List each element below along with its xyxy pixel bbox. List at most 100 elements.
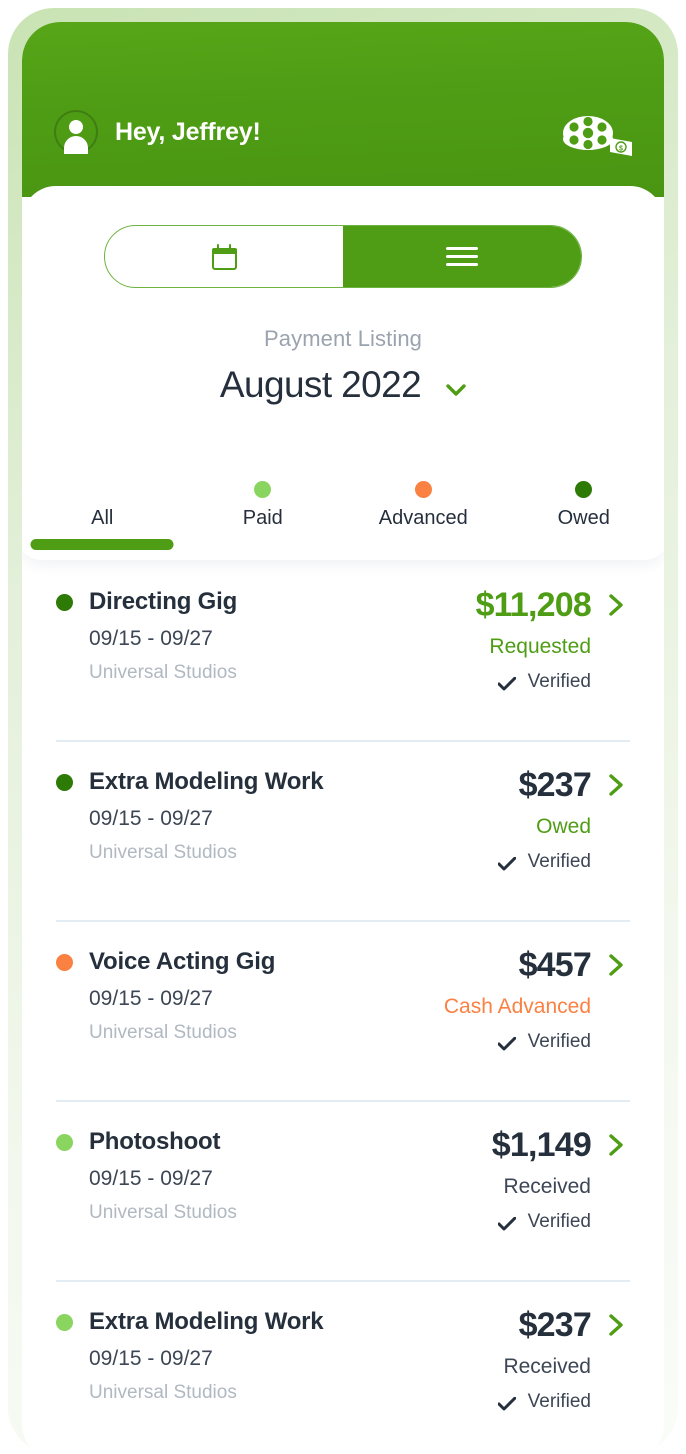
device-frame: Hey, Jeffrey! $ Payment Listing August 2… (8, 8, 678, 1454)
chevron-right-icon[interactable] (608, 953, 624, 977)
greeting-text: Hey, Jeffrey! (115, 117, 261, 146)
hamburger-list-icon (446, 247, 478, 266)
payment-status-dot (56, 593, 73, 611)
payment-amount: $1,149 (491, 1126, 592, 1164)
payment-status-dot (56, 1313, 73, 1331)
view-toggle (104, 225, 582, 288)
payment-status: Received (503, 1175, 591, 1198)
payment-title-line: Extra Modeling Work (56, 1308, 324, 1336)
payment-verified-label: Verified (527, 1031, 591, 1052)
tab-paid[interactable]: Paid (183, 432, 344, 560)
payment-info: Voice Acting Gig 09/15 - 09/27 Universal S… (56, 948, 275, 1100)
payment-verified: Verified (497, 671, 591, 693)
tab-status-dot (94, 481, 111, 498)
payment-list[interactable]: Directing Gig 09/15 - 09/27 Universal Stud… (22, 560, 664, 1454)
tab-owed[interactable]: Owed (504, 432, 665, 560)
payment-status-dot (56, 953, 73, 971)
chevron-right-icon[interactable] (608, 593, 624, 617)
chevron-right-icon[interactable] (608, 1313, 624, 1337)
payment-title-line: Voice Acting Gig (56, 948, 275, 976)
payment-info: Directing Gig 09/15 - 09/27 Universal Stud… (56, 588, 237, 740)
payment-verified-label: Verified (527, 671, 591, 692)
payment-status: Cash Advanced (443, 995, 591, 1018)
payment-status-dot (56, 1133, 73, 1151)
calendar-icon (211, 243, 237, 270)
payment-name: Extra Modeling Work (89, 1308, 324, 1335)
check-icon (497, 1395, 517, 1411)
payment-info: Photoshoot 09/15 - 09/27 Universal Studios (56, 1128, 237, 1280)
list-view-button[interactable] (343, 226, 581, 287)
payment-dates: 09/15 - 09/27 (89, 987, 213, 1010)
filter-tabs-card: All Paid Advanced Owed (22, 432, 664, 560)
check-icon (497, 855, 517, 871)
payment-status: Owed (536, 815, 591, 838)
month-label: August 2022 (219, 364, 422, 405)
page-subtitle: Payment Listing (263, 326, 423, 351)
payment-title-line: Directing Gig (56, 588, 237, 616)
user-avatar-icon[interactable] (54, 110, 98, 154)
tab-label: All (91, 507, 114, 529)
calendar-view-button[interactable] (105, 226, 343, 287)
payment-row[interactable]: Extra Modeling Work 09/15 - 09/27 Universa… (22, 1280, 664, 1454)
chevron-down-icon[interactable] (446, 383, 466, 396)
payment-row[interactable]: Directing Gig 09/15 - 09/27 Universal Stud… (22, 560, 664, 740)
payment-verified-label: Verified (527, 1391, 591, 1412)
payment-amount-line: $237 (519, 1308, 624, 1342)
payment-row[interactable]: Extra Modeling Work 09/15 - 09/27 Universa… (22, 740, 664, 920)
svg-text:$: $ (619, 146, 623, 153)
app-header: Hey, Jeffrey! $ (22, 22, 664, 197)
payment-row[interactable]: Voice Acting Gig 09/15 - 09/27 Universal S… (22, 920, 664, 1100)
payment-verified: Verified (497, 1031, 591, 1053)
tab-status-dot (575, 481, 593, 498)
tab-active-indicator (30, 539, 174, 550)
tab-status-dot (254, 481, 272, 498)
payment-studio: Universal Studios (89, 662, 237, 683)
payment-info: Extra Modeling Work 09/15 - 09/27 Universa… (56, 768, 324, 920)
phone-screen: Hey, Jeffrey! $ Payment Listing August 2… (22, 22, 664, 1454)
payment-amount: $237 (518, 766, 592, 804)
payment-studio: Universal Studios (89, 1022, 237, 1043)
payment-amount-block: $457 Cash Advanced Verified (444, 948, 630, 1100)
greeting-row: Hey, Jeffrey! (54, 110, 261, 154)
payment-studio: Universal Studios (89, 1382, 237, 1403)
tab-label: Advanced (378, 507, 468, 529)
tab-label: Paid (242, 507, 283, 529)
payment-amount: $237 (518, 1306, 592, 1344)
payment-status-dot (56, 773, 73, 791)
month-selector[interactable]: August 2022 (22, 364, 664, 406)
payment-name: Extra Modeling Work (89, 768, 324, 795)
content-sheet: Payment Listing August 2022 All Paid Advan… (22, 186, 664, 1454)
check-icon (497, 1035, 517, 1051)
tab-label: Owed (557, 507, 610, 529)
filter-tabs: All Paid Advanced Owed (22, 432, 664, 560)
payment-amount-block: $237 Owed Verified (497, 766, 630, 920)
payment-status: Received (503, 1355, 591, 1378)
payment-verified: Verified (497, 1211, 591, 1233)
payment-name: Directing Gig (89, 588, 238, 615)
payment-dates: 09/15 - 09/27 (89, 1167, 213, 1190)
payment-studio: Universal Studios (89, 1202, 237, 1223)
payment-amount-block: $1,149 Received Verified (492, 1128, 630, 1280)
payment-status: Requested (489, 635, 591, 658)
payment-name: Voice Acting Gig (89, 948, 276, 975)
tab-all[interactable]: All (22, 432, 183, 560)
chevron-right-icon[interactable] (608, 773, 624, 797)
tab-advanced[interactable]: Advanced (343, 432, 504, 560)
payment-title-line: Photoshoot (56, 1128, 237, 1156)
chevron-right-icon[interactable] (608, 1133, 624, 1157)
payment-amount: $457 (518, 946, 592, 984)
payment-title-line: Extra Modeling Work (56, 768, 324, 796)
film-reel-money-logo: $ (552, 112, 636, 160)
payment-verified: Verified (497, 1391, 591, 1413)
payment-amount-line: $1,149 (492, 1128, 624, 1162)
payment-name: Photoshoot (89, 1128, 221, 1155)
payment-amount: $11,208 (475, 586, 592, 624)
payment-verified: Verified (497, 851, 591, 873)
payment-verified-label: Verified (527, 851, 591, 872)
payment-dates: 09/15 - 09/27 (89, 627, 213, 650)
payment-amount-line: $11,208 (476, 588, 624, 622)
tab-status-dot (414, 481, 432, 498)
check-icon (497, 1215, 517, 1231)
payment-dates: 09/15 - 09/27 (89, 1347, 213, 1370)
payment-row[interactable]: Photoshoot 09/15 - 09/27 Universal Studios… (22, 1100, 664, 1280)
